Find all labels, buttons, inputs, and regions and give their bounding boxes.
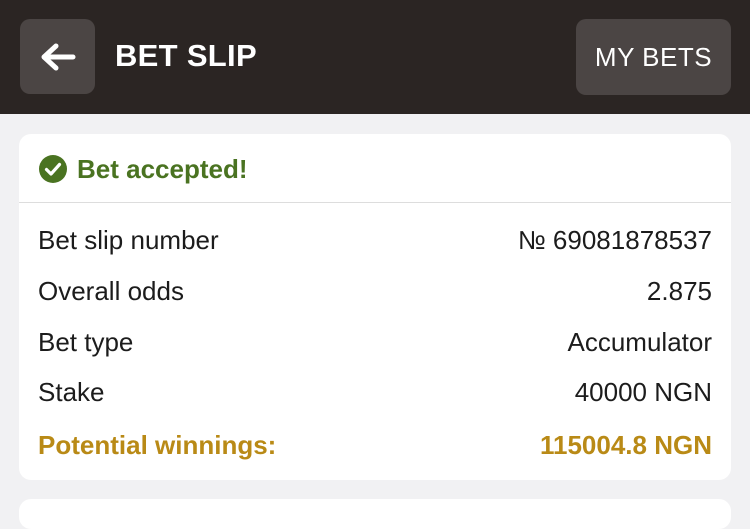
my-bets-button[interactable]: MY BETS: [576, 19, 731, 95]
next-card: [19, 499, 731, 529]
detail-label: Stake: [38, 377, 105, 407]
top-bar: BET SLIP MY BETS: [0, 0, 750, 114]
detail-value: 40000 NGN: [574, 377, 712, 407]
detail-label: Bet type: [38, 327, 134, 357]
detail-label: Bet slip number: [38, 225, 219, 255]
detail-value: 115004.8 NGN: [539, 430, 712, 460]
detail-row-stake: Stake 40000 NGN: [38, 375, 712, 409]
page-title: BET SLIP: [115, 38, 257, 73]
arrow-left-icon: [41, 43, 75, 70]
detail-row-bet-slip-number: Bet slip number № 69081878537: [38, 223, 712, 257]
detail-row-bet-type: Bet type Accumulator: [38, 325, 712, 359]
detail-label: Potential winnings:: [38, 430, 277, 460]
status-banner: Bet accepted!: [19, 134, 731, 203]
bet-confirmation-card: Bet accepted! Bet slip number № 69081878…: [19, 134, 731, 480]
detail-value: 2.875: [646, 276, 712, 306]
status-text: Bet accepted!: [77, 154, 248, 184]
detail-row-overall-odds: Overall odds 2.875: [38, 274, 712, 308]
back-button[interactable]: [20, 19, 95, 94]
detail-value: № 69081878537: [517, 225, 712, 255]
detail-row-potential-winnings: Potential winnings: 115004.8 NGN: [38, 428, 712, 462]
detail-value: Accumulator: [567, 327, 713, 357]
check-circle-icon: [39, 155, 67, 183]
detail-label: Overall odds: [38, 276, 184, 306]
